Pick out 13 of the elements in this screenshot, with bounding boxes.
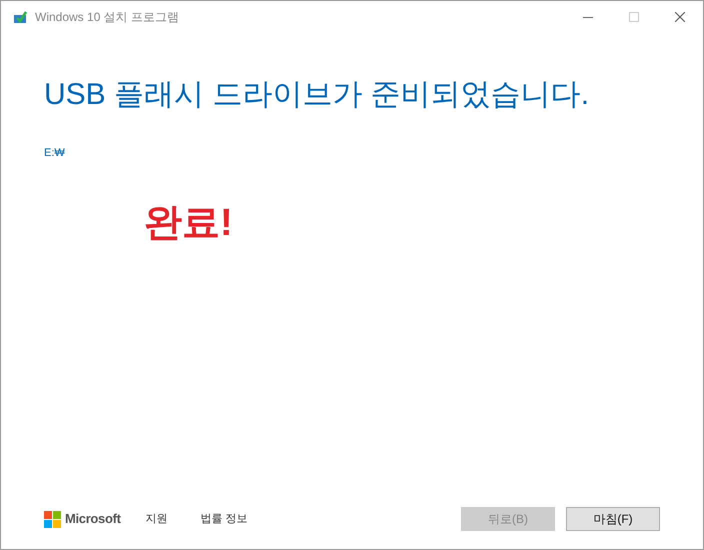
window-title: Windows 10 설치 프로그램: [35, 9, 180, 26]
annotation-text: 완료!: [144, 202, 233, 244]
drive-label: E:₩: [44, 146, 66, 161]
app-icon: [13, 10, 27, 24]
footer-link[interactable]: 지원: [146, 510, 168, 528]
finish-button[interactable]: 마침(F): [566, 507, 660, 531]
brand-name: Microsoft: [65, 510, 121, 528]
page-heading: USB 플래시 드라이브가 준비되었습니다.: [44, 77, 590, 113]
maximize-icon: [629, 12, 639, 22]
minimize-icon: [583, 16, 593, 18]
close-icon: [675, 12, 685, 22]
footer-link[interactable]: 법률 정보: [200, 510, 248, 528]
microsoft-logo-icon: [44, 510, 61, 528]
